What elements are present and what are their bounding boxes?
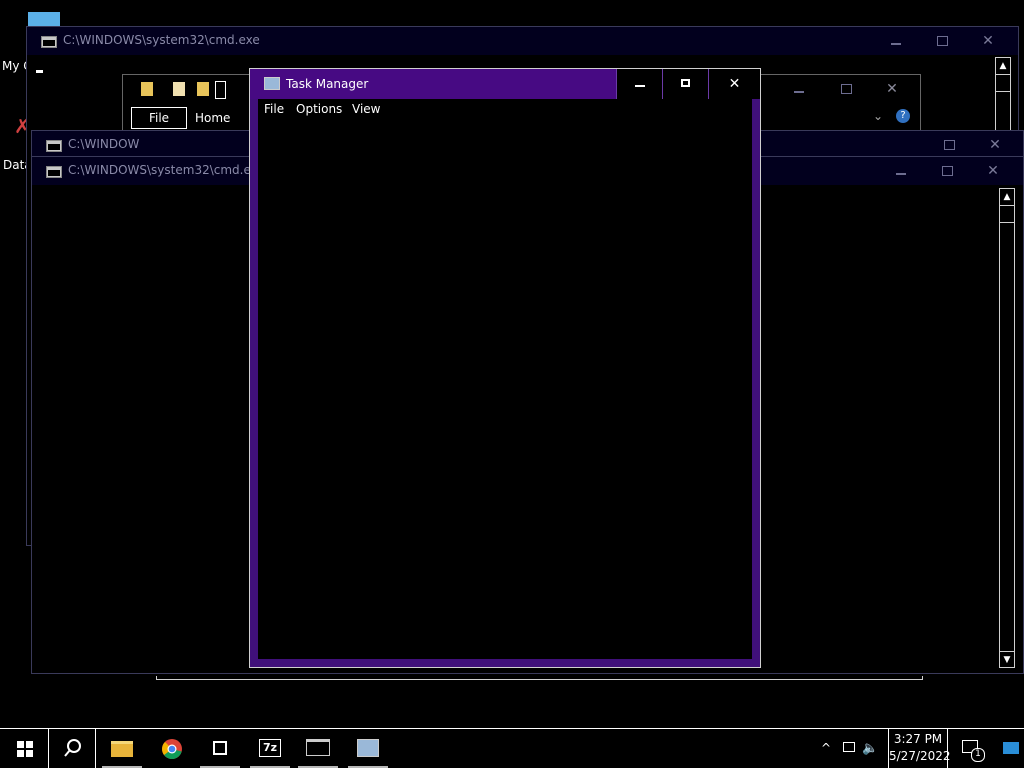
- chrome-icon: [162, 739, 182, 760]
- scroll-up-button[interactable]: ▲: [996, 58, 1010, 75]
- menu-bar: File Options View: [258, 99, 752, 121]
- window-title: C:\WINDOW: [68, 137, 140, 151]
- cursor-block: [36, 70, 43, 73]
- menu-options[interactable]: Options: [296, 102, 342, 116]
- maximize-button[interactable]: [823, 75, 869, 103]
- minimize-button[interactable]: [878, 157, 924, 185]
- clock[interactable]: 3:27 PM 5/27/2022: [888, 729, 951, 768]
- taskbar-cmd[interactable]: [294, 729, 342, 768]
- show-hidden-icons-button[interactable]: ^: [814, 729, 838, 768]
- scroll-up-button[interactable]: ▲: [1000, 189, 1014, 206]
- task-manager-icon: [357, 739, 379, 757]
- scroll-thumb[interactable]: [1000, 206, 1014, 223]
- clock-time: 3:27 PM: [893, 732, 943, 746]
- taskbar: 7z ^ 🔈 3:27 PM 5/27/2022 1: [0, 728, 1024, 768]
- vertical-scrollbar[interactable]: ▲ ▼: [999, 188, 1015, 668]
- close-button[interactable]: ✕: [970, 157, 1016, 185]
- window-frame-right: [752, 99, 760, 667]
- action-center-button[interactable]: 1: [954, 729, 990, 768]
- volume-icon[interactable]: 🔈: [862, 729, 884, 768]
- title-bar[interactable]: C:\WINDOWS\system32\cmd.exe ✕: [27, 27, 1018, 55]
- taskbar-file-explorer[interactable]: [98, 729, 146, 768]
- folder-icon[interactable]: [141, 82, 153, 96]
- taskbar-task-manager[interactable]: [344, 729, 392, 768]
- help-icon[interactable]: ?: [896, 109, 910, 123]
- search-button[interactable]: [48, 729, 96, 768]
- taskbar-7zip[interactable]: 7z: [246, 729, 294, 768]
- maximize-button[interactable]: [924, 157, 970, 185]
- 7zip-icon: 7z: [259, 739, 281, 757]
- network-icon[interactable]: [840, 729, 860, 768]
- show-desktop-button[interactable]: [1000, 729, 1024, 768]
- customize-icon[interactable]: [215, 81, 226, 99]
- search-icon: [64, 739, 81, 757]
- minimize-button[interactable]: [616, 69, 662, 99]
- desktop-icon: [1003, 742, 1019, 754]
- maximize-button[interactable]: [919, 27, 965, 55]
- task-manager-icon: [264, 77, 280, 90]
- taskbar-store[interactable]: [196, 729, 244, 768]
- clock-date: 5/27/2022: [889, 749, 951, 763]
- cmd-icon: [306, 739, 330, 756]
- cmd-icon: [46, 166, 62, 178]
- close-button[interactable]: ✕: [972, 131, 1018, 159]
- minimize-button[interactable]: [873, 27, 919, 55]
- properties-icon[interactable]: [173, 82, 185, 96]
- file-explorer-icon: [111, 741, 133, 757]
- menu-view[interactable]: View: [352, 102, 380, 116]
- maximize-button[interactable]: [662, 69, 708, 99]
- start-icon: [17, 741, 33, 757]
- cmd-icon: [46, 140, 62, 152]
- close-button[interactable]: ✕: [708, 69, 760, 99]
- window-title: C:\WINDOWS\system32\cmd.exe: [63, 33, 260, 47]
- minimize-button[interactable]: [776, 75, 822, 103]
- chevron-down-icon[interactable]: ⌄: [873, 109, 883, 123]
- window-edge: [156, 676, 923, 680]
- notification-count: 1: [971, 748, 985, 762]
- scroll-down-button[interactable]: ▼: [1000, 651, 1014, 668]
- close-button[interactable]: ✕: [965, 27, 1011, 55]
- taskbar-chrome[interactable]: [148, 729, 196, 768]
- window-title: C:\WINDOWS\system32\cmd.exe: [68, 163, 265, 177]
- window-title: Task Manager: [286, 77, 369, 91]
- new-folder-icon[interactable]: [197, 82, 209, 96]
- menu-file[interactable]: File: [264, 102, 284, 116]
- task-manager-window[interactable]: Task Manager ✕ File Options View: [249, 68, 761, 668]
- window-frame-left: [250, 99, 258, 667]
- window-frame-bottom: [250, 659, 760, 667]
- store-icon: [213, 741, 227, 755]
- ribbon-tab-file[interactable]: File: [131, 107, 187, 129]
- title-bar[interactable]: Task Manager ✕: [250, 69, 760, 99]
- scroll-thumb[interactable]: [996, 75, 1010, 92]
- close-button[interactable]: ✕: [869, 75, 915, 103]
- maximize-button[interactable]: [926, 131, 972, 159]
- cmd-icon: [41, 36, 57, 48]
- start-button[interactable]: [0, 729, 48, 768]
- ribbon-tab-home[interactable]: Home: [195, 111, 235, 125]
